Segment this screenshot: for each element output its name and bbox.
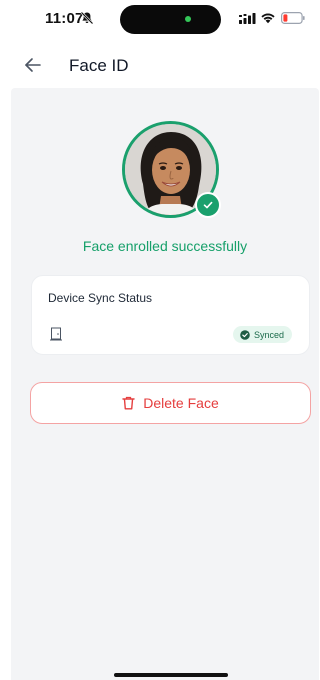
trash-icon: [122, 396, 135, 410]
enrollment-status-message: Face enrolled successfully: [82, 238, 248, 254]
status-time: 11:07: [45, 10, 84, 27]
check-circle-icon: [240, 329, 250, 340]
arrow-left-icon: [25, 58, 41, 72]
signal-icon: [239, 13, 256, 24]
delete-face-button[interactable]: Delete Face: [30, 382, 311, 424]
enrolled-check-badge: [195, 192, 221, 218]
header: Face ID: [0, 48, 319, 84]
battery-low-icon: [281, 12, 305, 24]
wifi-icon: [261, 13, 275, 24]
device-sync-card: Device Sync Status Synced: [31, 275, 310, 355]
synced-status-badge: Synced: [232, 326, 292, 343]
content-panel: Face enrolled successfully Device Sync S…: [11, 88, 319, 680]
camera-indicator-icon: [185, 16, 191, 22]
delete-face-label: Delete Face: [143, 395, 219, 411]
dynamic-island: [120, 5, 221, 34]
door-icon: [50, 327, 62, 341]
check-icon: [203, 201, 213, 209]
sync-card-title: Device Sync Status: [48, 291, 153, 305]
face-id-screen: 11:07 Face ID Face enrolled successfully…: [0, 0, 319, 680]
bell-slash-icon: [80, 11, 94, 25]
face-avatar-container: [122, 121, 221, 218]
status-bar: 11:07: [0, 0, 319, 38]
synced-label: Synced: [253, 329, 284, 340]
page-title: Face ID: [69, 56, 129, 75]
back-button[interactable]: [22, 54, 44, 76]
home-indicator[interactable]: [114, 673, 228, 677]
